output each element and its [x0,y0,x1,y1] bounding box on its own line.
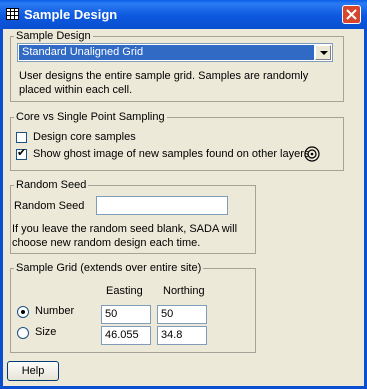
help-button[interactable]: Help [7,361,59,381]
random-seed-input[interactable] [96,196,228,215]
window-app-icon [6,8,19,20]
sample-design-selected: Standard Unaligned Grid [19,45,314,60]
ghost-image-label: Show ghost image of new samples found on… [33,148,310,160]
number-label: Number [35,305,75,317]
random-seed-note: If you leave the random seed blank, SADA… [12,223,238,249]
size-northing-input[interactable]: 34.8 [157,326,207,345]
sample-design-legend: Sample Design [16,30,91,42]
random-seed-label: Random Seed [14,200,85,212]
number-northing-input[interactable]: 50 [157,305,207,324]
core-sampling-legend: Core vs Single Point Sampling [16,111,165,123]
size-easting-input[interactable]: 46.055 [101,326,151,345]
northing-header: Northing [163,285,205,297]
sample-design-description: User designs the entire sample grid. Sam… [19,70,309,96]
checkmark-icon: ✔ [17,147,27,159]
ghost-image-checkbox[interactable]: ✔ [16,147,27,160]
design-core-checkbox[interactable] [16,132,27,143]
size-radio[interactable] [17,327,29,339]
chevron-down-icon[interactable] [315,45,331,60]
close-button[interactable] [342,5,361,24]
size-label: Size [35,326,57,338]
sample-design-select[interactable]: Standard Unaligned Grid [17,43,333,62]
design-core-label: Design core samples [33,131,136,143]
target-icon[interactable] [304,146,320,162]
window-title: Sample Design [24,7,118,22]
sample-grid-legend: Sample Grid (extends over entire site) [16,262,202,274]
close-icon [346,9,357,20]
title-bar[interactable]: Sample Design [0,0,367,29]
radio-selected-dot [21,310,25,314]
number-radio[interactable] [17,306,29,318]
number-easting-input[interactable]: 50 [101,305,151,324]
random-seed-legend: Random Seed [16,179,87,191]
easting-header: Easting [106,285,143,297]
